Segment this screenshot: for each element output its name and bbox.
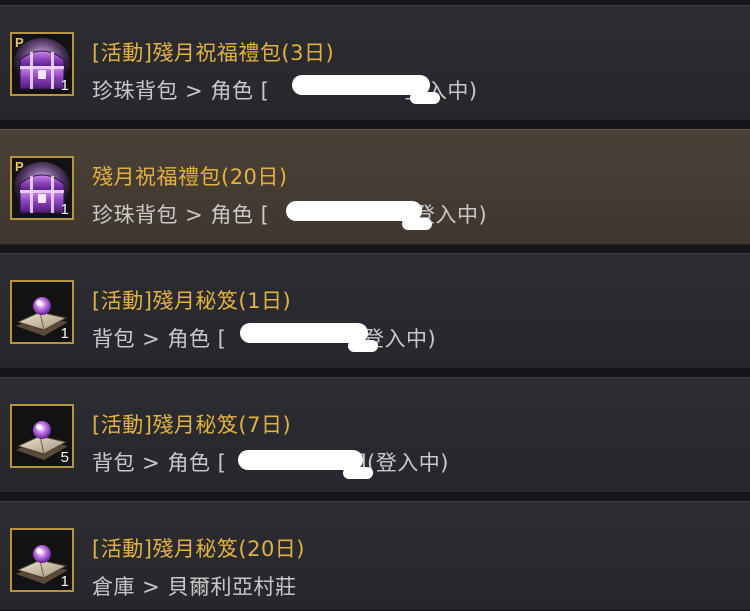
item-list: P 1 [活動]殘月祝福禮包(3日) 珍珠背包 > 角色 [登入中) P 1 殘… xyxy=(0,0,750,611)
item-icon-slot[interactable]: 5 xyxy=(10,404,74,468)
redaction-scribble xyxy=(240,323,378,352)
item-title: [活動]殘月秘笈(1日) xyxy=(92,289,292,313)
item-title: [活動]殘月祝福禮包(3日) xyxy=(92,41,335,65)
redaction-scribble xyxy=(292,75,440,104)
list-item[interactable]: 5 [活動]殘月秘笈(7日) 背包 > 角色 [](登入中) xyxy=(0,377,750,493)
item-quantity: 1 xyxy=(60,573,69,590)
item-quantity: 5 xyxy=(60,449,69,466)
pearl-badge: P xyxy=(15,35,24,50)
item-icon-slot[interactable]: 1 xyxy=(10,280,74,344)
item-title: [活動]殘月秘笈(20日) xyxy=(92,537,305,561)
redaction-scribble xyxy=(238,450,373,479)
location-path: 背包 > 角色 [ xyxy=(92,327,227,351)
item-icon-slot[interactable]: 1 xyxy=(10,528,74,592)
item-icon-slot[interactable]: P 1 xyxy=(10,32,74,96)
location-path: 珍珠背包 > 角色 [ xyxy=(92,79,270,103)
list-item[interactable]: 1 [活動]殘月秘笈(20日) 倉庫 > 貝爾利亞村莊 xyxy=(0,501,750,611)
item-quantity: 1 xyxy=(60,325,69,342)
location-path: 背包 > 角色 [ xyxy=(92,451,227,475)
location-path: 珍珠背包 > 角色 [ xyxy=(92,203,270,227)
item-title: 殘月祝福禮包(20日) xyxy=(92,165,288,189)
list-item[interactable]: 1 [活動]殘月秘笈(1日) 背包 > 角色 [(登入中) xyxy=(0,253,750,369)
pearl-badge: P xyxy=(15,159,24,174)
item-quantity: 1 xyxy=(60,77,69,94)
item-quantity: 1 xyxy=(60,201,69,218)
item-title: [活動]殘月秘笈(7日) xyxy=(92,413,292,437)
redaction-scribble xyxy=(286,201,432,230)
item-icon-slot[interactable]: P 1 xyxy=(10,156,74,220)
list-item[interactable]: P 1 [活動]殘月祝福禮包(3日) 珍珠背包 > 角色 [登入中) xyxy=(0,5,750,121)
item-location: 倉庫 > 貝爾利亞村莊 xyxy=(92,575,297,599)
list-item[interactable]: P 1 殘月祝福禮包(20日) 珍珠背包 > 角色 [(登入中) xyxy=(0,129,750,245)
